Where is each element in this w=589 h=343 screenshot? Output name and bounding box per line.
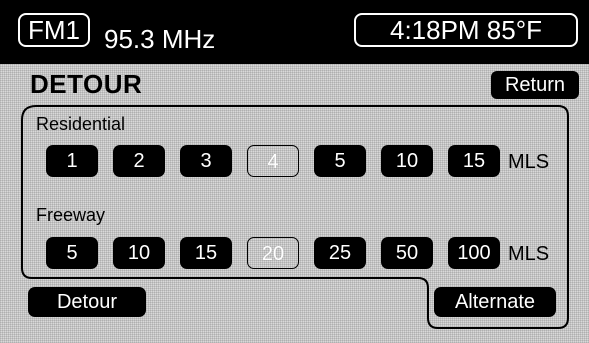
freeway-unit-label: MLS [508, 243, 550, 265]
detour-button[interactable]: Detour [28, 287, 146, 317]
residential-option-button[interactable]: 3 [180, 145, 232, 177]
freeway-option-button[interactable]: 25 [314, 237, 366, 269]
residential-option-button[interactable]: 10 [381, 145, 433, 177]
freeway-option-button[interactable]: 15 [180, 237, 232, 269]
residential-unit-label: MLS [508, 151, 550, 173]
alternate-button[interactable]: Alternate [434, 287, 556, 317]
freeway-option-button[interactable]: 100 [448, 237, 500, 269]
freeway-option-button[interactable]: 10 [113, 237, 165, 269]
residential-option-button: 4 [247, 145, 299, 177]
freeway-option-button[interactable]: 50 [381, 237, 433, 269]
freeway-option-button[interactable]: 5 [46, 237, 98, 269]
residential-label: Residential [36, 114, 126, 134]
residential-option-button[interactable]: 15 [448, 145, 500, 177]
freeway-label: Freeway [36, 205, 106, 225]
residential-option-button[interactable]: 1 [46, 145, 98, 177]
freeway-option-button: 20 [247, 237, 299, 269]
residential-option-button[interactable]: 2 [113, 145, 165, 177]
residential-option-button[interactable]: 5 [314, 145, 366, 177]
